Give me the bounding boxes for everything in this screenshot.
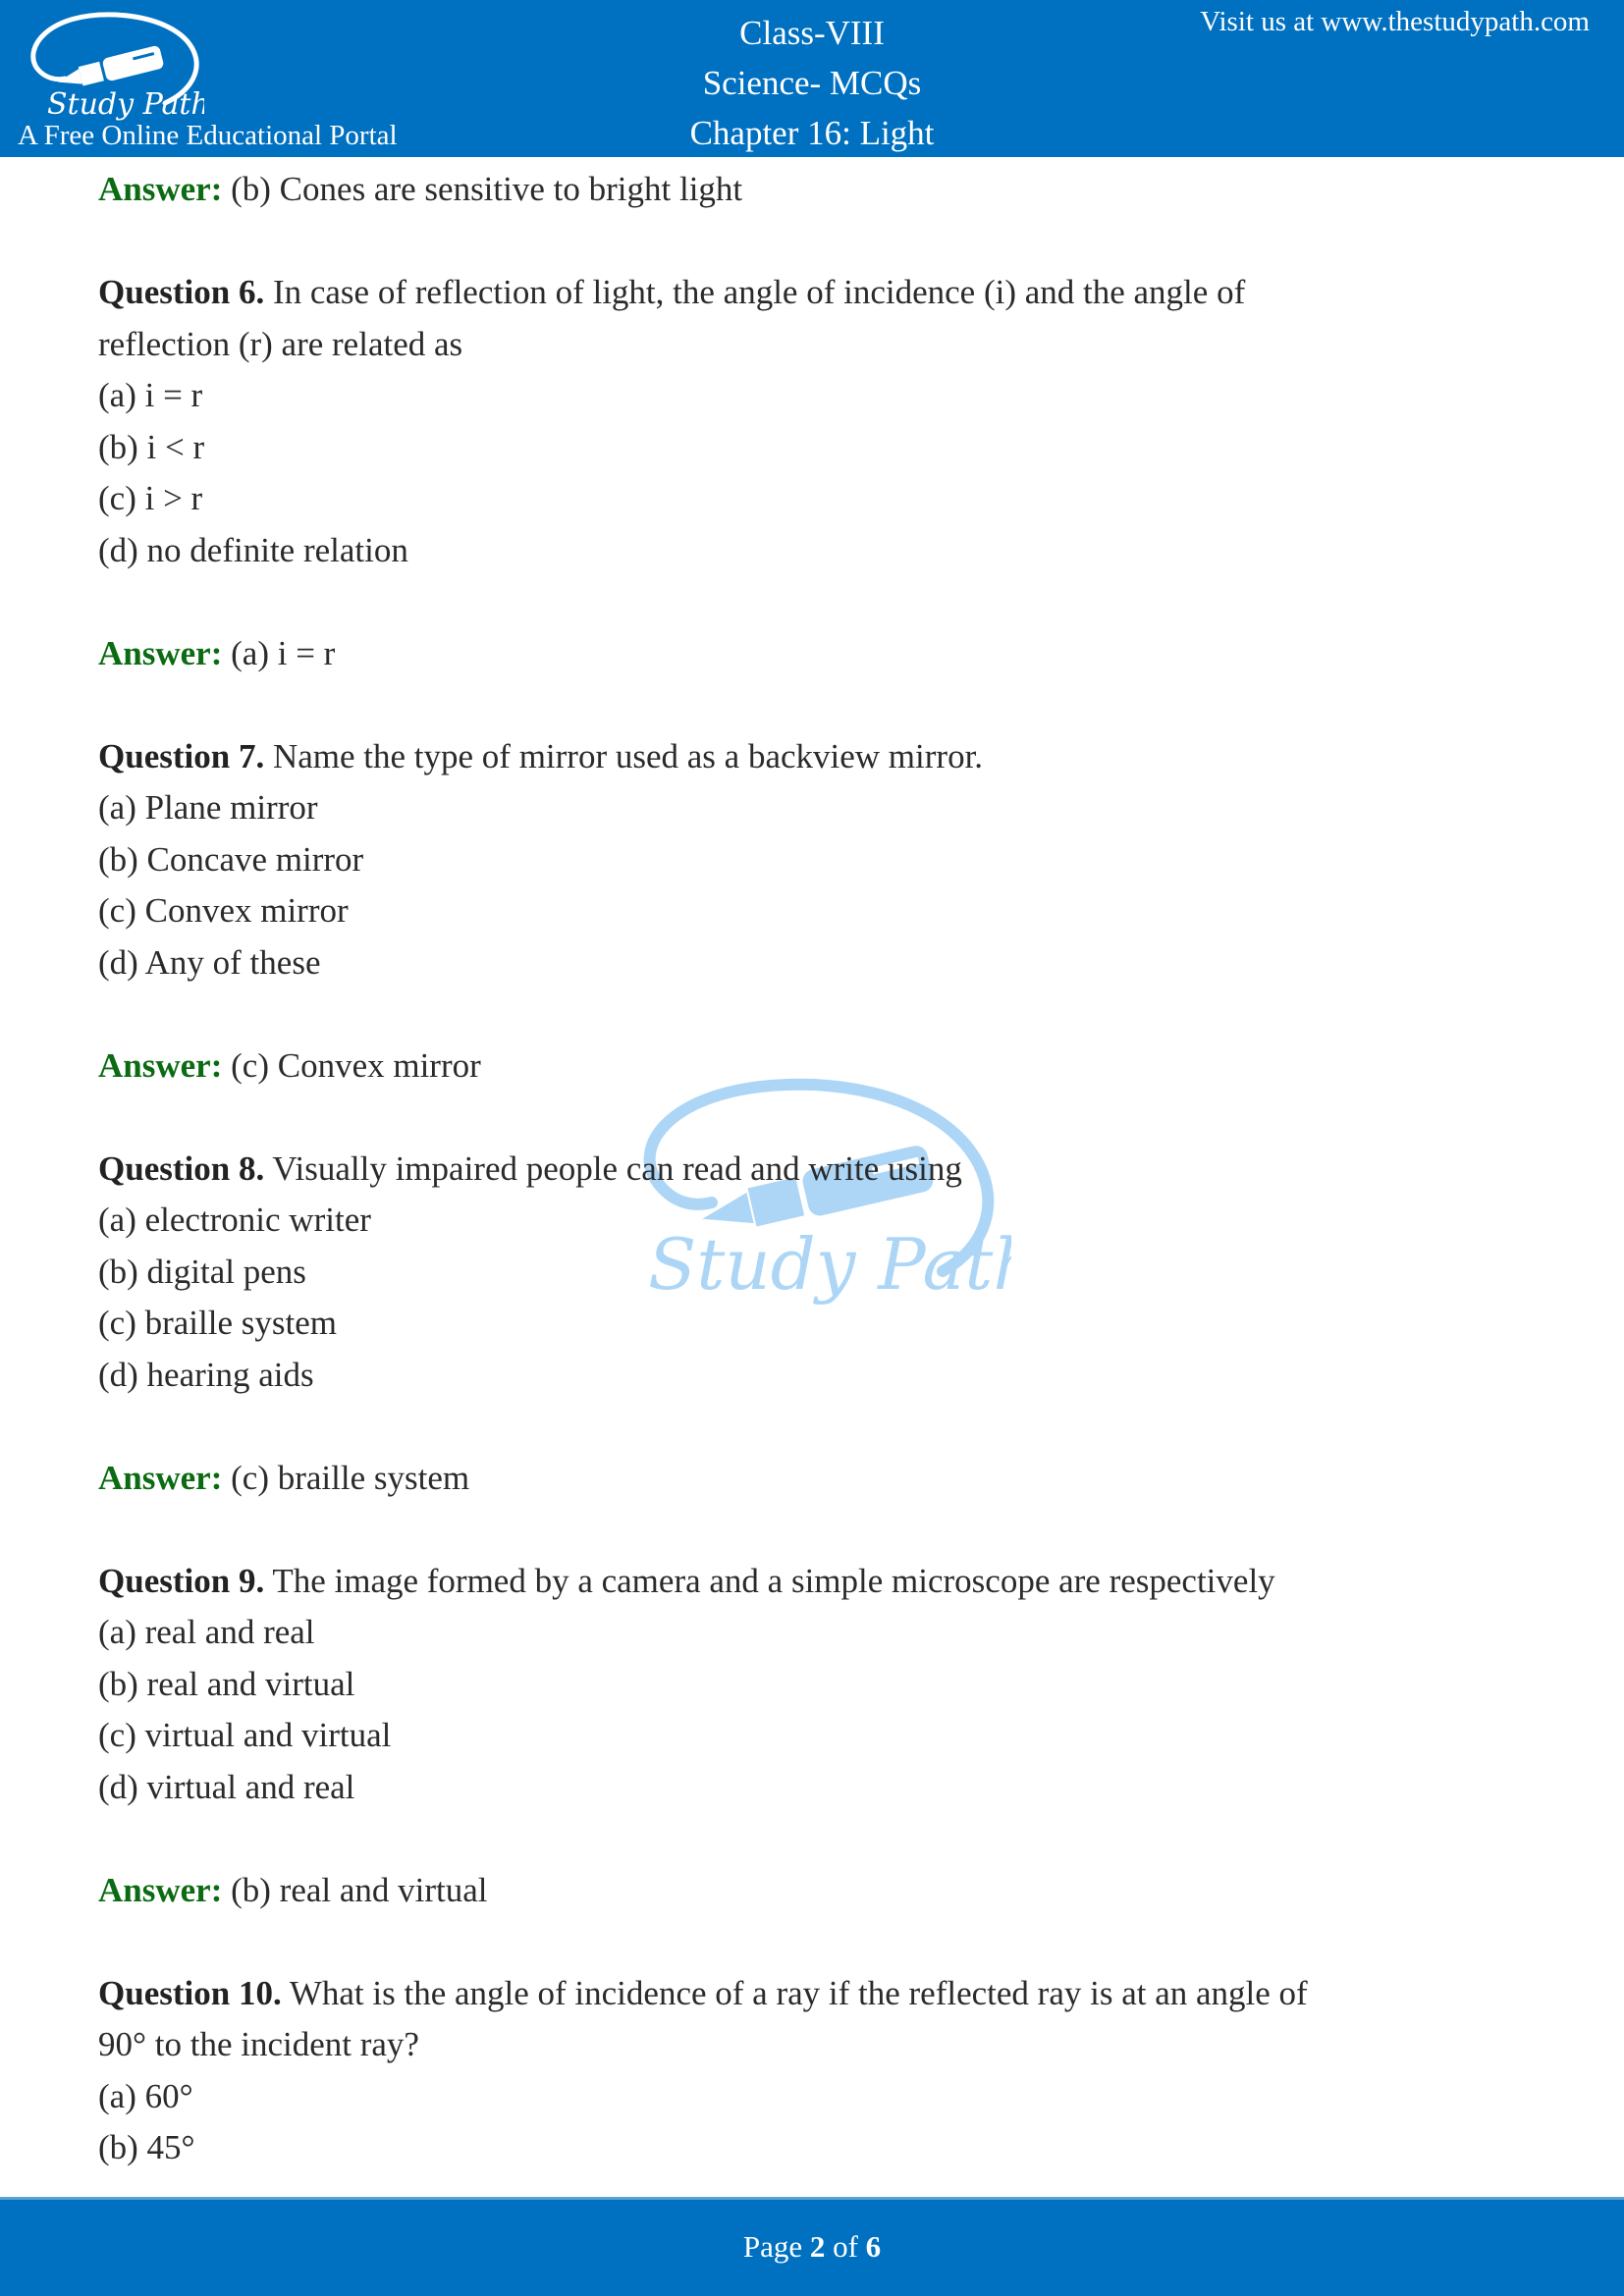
option-a: (a) real and real (98, 1613, 315, 1651)
option-d: (d) virtual and real (98, 1767, 355, 1806)
question-6: Question 6. In case of reflection of lig… (98, 267, 1551, 679)
answer-label: Answer: (98, 633, 223, 672)
page-footer: Page 2 of 6 (0, 2197, 1624, 2296)
option-d: (d) no definite relation (98, 530, 408, 569)
answer-label: Answer: (98, 1870, 223, 1909)
question-label: Question 10. (98, 1973, 282, 2012)
question-9: Question 9. The image formed by a camera… (98, 1556, 1551, 1917)
option-c: (c) virtual and virtual (98, 1716, 392, 1754)
answer: Answer: (c) braille system (98, 1453, 1551, 1505)
previous-answer: Answer: (b) Cones are sensitive to brigh… (98, 164, 1551, 216)
question-text-continued: 90° to the incident ray? (98, 2025, 419, 2063)
option-a: (a) i = r (98, 376, 203, 414)
question-label: Question 9. (98, 1561, 265, 1600)
answer: Answer: (a) i = r (98, 628, 1551, 680)
question-7: Question 7. Name the type of mirror used… (98, 731, 1551, 1093)
option-c: (c) Convex mirror (98, 891, 349, 930)
answer-text: (b) Cones are sensitive to bright light (231, 170, 743, 208)
option-b: (b) 45° (98, 2128, 195, 2166)
website-link[interactable]: Visit us at www.thestudypath.com (1200, 6, 1590, 38)
question-text: Question 8. Visually impaired people can… (98, 1148, 962, 1188)
answer-text: (b) real and virtual (231, 1870, 488, 1909)
option-c: (c) braille system (98, 1304, 337, 1342)
option-b: (b) digital pens (98, 1252, 306, 1291)
option-b: (b) Concave mirror (98, 839, 364, 879)
option-d: (d) hearing aids (98, 1355, 314, 1394)
document-content: Answer: (b) Cones are sensitive to brigh… (98, 157, 1551, 2174)
page-header: Study Path A Free Online Educational Por… (0, 0, 1624, 157)
chapter-title: Chapter 16: Light (689, 114, 935, 152)
option-d: (d) Any of these (98, 942, 321, 982)
question-text: Question 6. In case of reflection of lig… (98, 273, 1246, 311)
option-b: (b) real and virtual (98, 1664, 355, 1703)
option-b: (b) i < r (98, 427, 205, 466)
option-c: (c) i > r (98, 479, 203, 517)
option-a: (a) 60° (98, 2076, 193, 2115)
question-10: Question 10. What is the angle of incide… (98, 1968, 1551, 2174)
answer-text: (c) braille system (231, 1458, 470, 1497)
answer-text: (a) i = r (231, 633, 336, 672)
question-text: Question 7. Name the type of mirror used… (98, 736, 984, 775)
current-page: 2 (809, 2229, 826, 2264)
question-text: Question 10. What is the angle of incide… (98, 1973, 1308, 2012)
question-text-continued: reflection (r) are related as (98, 324, 463, 363)
option-a: (a) electronic writer (98, 1201, 371, 1239)
subject-title: Science- MCQs (702, 64, 922, 102)
question-label: Question 8. (98, 1148, 265, 1188)
option-a: (a) Plane mirror (98, 788, 318, 827)
question-text: Question 9. The image formed by a camera… (98, 1561, 1275, 1600)
total-pages: 6 (865, 2229, 882, 2264)
question-label: Question 6. (98, 273, 265, 311)
question-8: Question 8. Visually impaired people can… (98, 1144, 1551, 1505)
answer: Answer: (b) real and virtual (98, 1865, 1551, 1917)
answer: Answer: (c) Convex mirror (98, 1041, 1551, 1093)
answer-label: Answer: (98, 1458, 223, 1497)
answer-text: (c) Convex mirror (231, 1045, 481, 1085)
question-label: Question 7. (98, 736, 265, 775)
answer-label: Answer: (98, 1045, 223, 1085)
answer-label: Answer: (98, 170, 223, 208)
page-number: Page 2 of 6 (742, 2229, 882, 2264)
